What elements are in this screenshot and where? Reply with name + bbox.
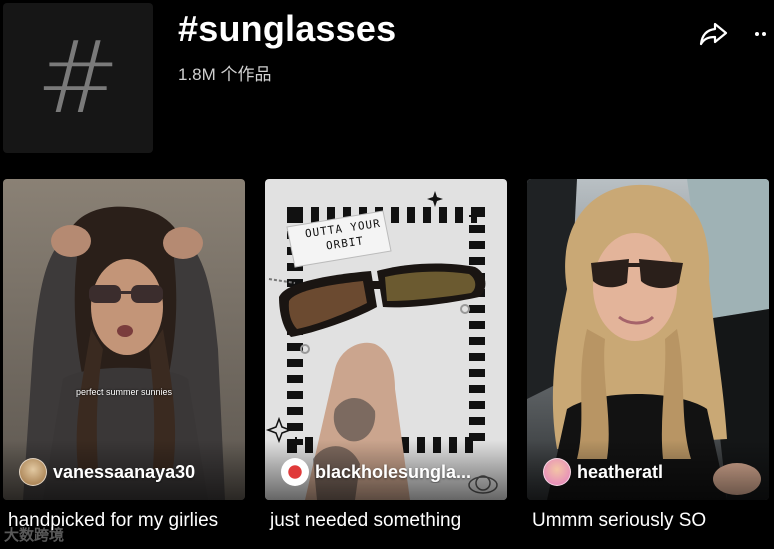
author-username: vanessaanaya30 xyxy=(53,461,196,482)
hashtag-page: # #sunglasses 1.8M 个作品 perfect summer su… xyxy=(0,0,774,549)
page-title: #sunglasses xyxy=(178,8,397,49)
hashtag-cover: # xyxy=(3,3,153,153)
video-overlay-text: perfect summer sunnies xyxy=(75,387,173,397)
video-card[interactable]: perfect summer sunnies vanessaanaya30 xyxy=(3,179,245,500)
more-button[interactable] xyxy=(748,22,772,46)
video-author[interactable]: vanessaanaya30 xyxy=(19,458,195,486)
video-author[interactable]: blackholesungla... xyxy=(281,458,471,486)
video-author[interactable]: heatheratl xyxy=(543,458,663,486)
avatar xyxy=(543,458,571,486)
video-count: 1.8M 个作品 xyxy=(178,65,272,84)
share-arrow-icon xyxy=(699,22,728,46)
more-dots-icon xyxy=(754,32,759,36)
video-card[interactable]: heatheratl xyxy=(527,179,769,500)
author-username: blackholesungla... xyxy=(315,461,472,482)
hashtag-icon: # xyxy=(36,19,120,136)
author-username: heatheratl xyxy=(577,461,664,482)
video-card[interactable]: OUTTA YOUR ORBIT blackholesungla... xyxy=(265,179,507,500)
avatar xyxy=(19,458,47,486)
video-caption[interactable]: just needed something xyxy=(270,510,461,532)
video-caption[interactable]: Ummm seriously SO xyxy=(532,510,706,532)
watermark: 大数跨境 xyxy=(4,527,65,544)
avatar xyxy=(281,458,309,486)
share-button[interactable] xyxy=(698,20,730,48)
more-dot xyxy=(761,32,766,36)
